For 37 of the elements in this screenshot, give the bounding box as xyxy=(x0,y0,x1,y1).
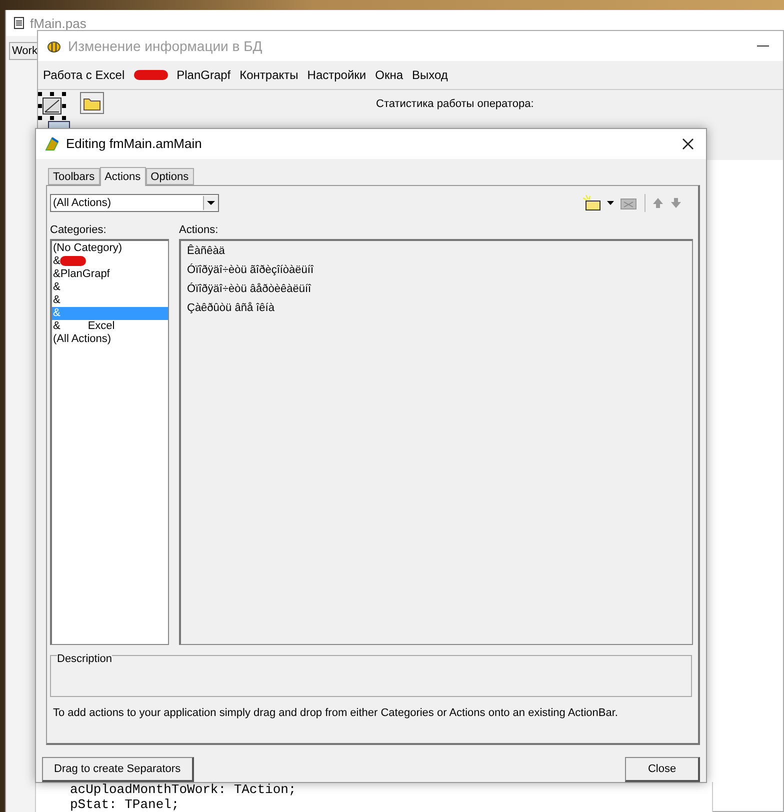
editor-tab[interactable]: Work xyxy=(9,42,40,60)
category-item[interactable]: (All Actions) xyxy=(52,332,168,346)
categories-list[interactable]: (No Category) & &PlanGrapf & & & & Excel (All Actions) xyxy=(50,238,169,645)
separator-drag-button[interactable]: Drag to create Separators xyxy=(42,757,194,782)
editor-title: fMain.pas xyxy=(30,16,86,30)
menu-item[interactable]: Окна xyxy=(375,68,404,82)
tab[interactable]: Actions xyxy=(100,166,146,186)
actions-list[interactable]: Êàñêàä Óïîðÿäî÷èòü ãîðèçîíòàëüíî Óïîðÿäî÷èòü âåðòèêàëüíî Çàêðûòü âñå îêíà xyxy=(179,238,693,645)
tab[interactable]: Toolbars xyxy=(48,168,100,185)
menu-item[interactable]: PlanGrapf xyxy=(176,68,231,82)
dialog-title: Editing fmMain.amMain xyxy=(66,136,202,152)
category-item[interactable]: & Excel xyxy=(52,320,168,333)
category-item[interactable]: & xyxy=(52,294,168,307)
tab[interactable]: Options xyxy=(146,168,194,185)
category-item[interactable]: &PlanGrapf xyxy=(52,268,168,281)
menu-item[interactable]: Работа с Excel xyxy=(43,68,125,82)
menu-item[interactable]: Контракты xyxy=(240,68,298,82)
menu-item[interactable]: Настройки xyxy=(307,68,366,82)
code-editor[interactable]: acUploadMonthToWork: TAction; pStat: TPanel; xyxy=(35,782,713,812)
statistics-label: Статистика работы оператора: xyxy=(376,98,534,110)
category-item[interactable]: & xyxy=(52,280,168,294)
form-title: Изменение информации в БД xyxy=(68,38,262,54)
close-button[interactable]: Close xyxy=(625,757,700,782)
actions-label: Actions: xyxy=(179,224,220,236)
category-item[interactable]: (No Category) xyxy=(52,242,168,255)
action-item[interactable]: Çàêðûòü âñå îêíà xyxy=(181,298,692,318)
description-label: Description xyxy=(57,652,112,665)
menu-item[interactable]: Выход xyxy=(412,68,448,82)
filter-dropdown[interactable]: (All Actions) xyxy=(50,194,219,212)
action-item[interactable]: Óïîðÿäî÷èòü ãîðèçîíòàëüíî xyxy=(181,260,692,280)
code-line: pStat: TPanel; xyxy=(70,797,180,812)
action-item[interactable]: Êàñêàä xyxy=(181,242,692,261)
help-text: To add actions to your application simply drag and drop from either Categories or Actions onto an existing ActionBar. xyxy=(53,706,619,719)
category-item[interactable]: & xyxy=(52,254,168,268)
action-item[interactable]: Óïîðÿäî÷èòü âåðòèêàëüíî xyxy=(181,280,692,299)
categories-label: Categories: xyxy=(50,224,108,236)
code-line: acUploadMonthToWork: TAction; xyxy=(70,782,298,797)
